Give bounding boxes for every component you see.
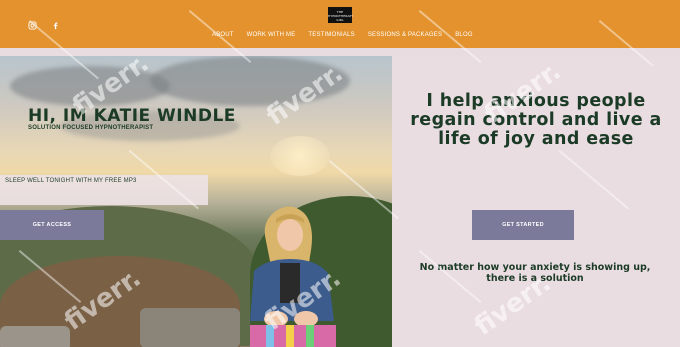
headline: I help anxious people regain control and… [410, 91, 662, 149]
solution-text: No matter how your anxiety is showing up… [419, 262, 651, 284]
nav-work-with-me[interactable]: WORK WITH ME [247, 32, 296, 38]
nav-testimonials[interactable]: TESTIMONIALS [308, 32, 354, 38]
nav-about[interactable]: ABOUT [212, 32, 234, 38]
hero-subtitle: SOLUTION FOCUSED HYPNOTHERAPIST [28, 125, 154, 131]
page: THE HYPNOTHERAPY GIRL ABOUT WORK WITH ME… [0, 0, 680, 347]
hero-title: HI, IM KATIE WINDLE [28, 106, 236, 126]
site-logo[interactable]: THE HYPNOTHERAPY GIRL [328, 7, 353, 23]
sun-glow [270, 136, 330, 176]
cloud [150, 56, 350, 106]
get-access-button[interactable]: GET ACCESS [0, 210, 104, 240]
rock [140, 308, 240, 347]
katie-photo [250, 206, 336, 347]
nav-sessions-packages[interactable]: SESSIONS & PACKAGES [368, 32, 442, 38]
main-nav: ABOUT WORK WITH ME TESTIMONIALS SESSIONS… [212, 32, 473, 38]
rock [0, 326, 70, 347]
mp3-text: SLEEP WELL TONIGHT WITH MY FREE MP3 [5, 178, 137, 184]
site-header: THE HYPNOTHERAPY GIRL ABOUT WORK WITH ME… [0, 0, 680, 48]
instagram-icon[interactable] [27, 20, 37, 30]
get-started-button[interactable]: GET STARTED [472, 210, 574, 240]
cloud [10, 66, 170, 106]
facebook-icon[interactable] [50, 20, 60, 30]
nav-blog[interactable]: BLOG [455, 32, 472, 38]
